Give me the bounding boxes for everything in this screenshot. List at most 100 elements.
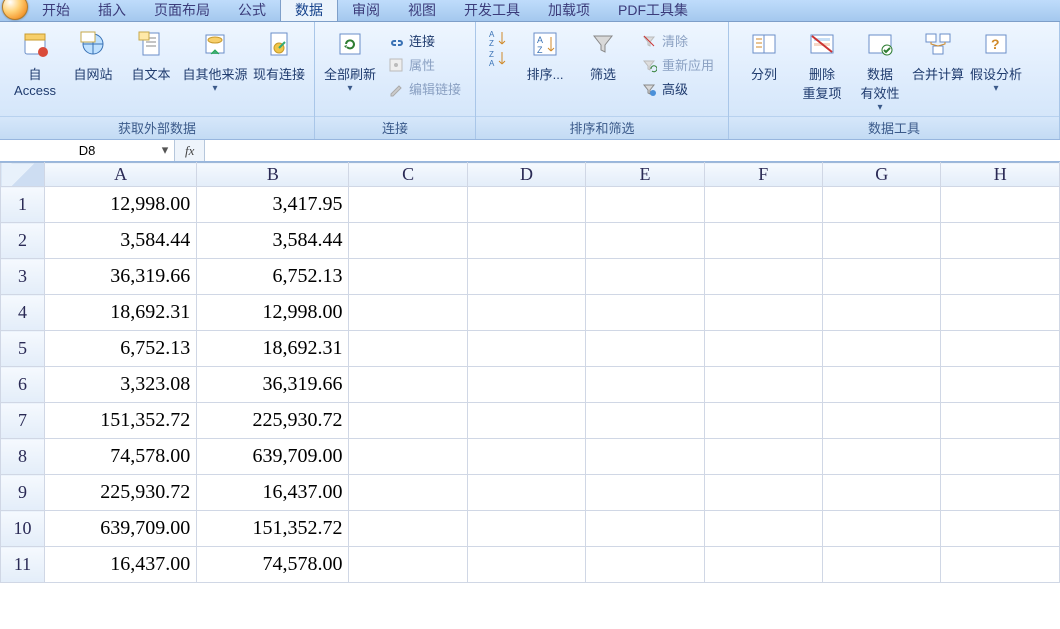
cell-H2[interactable] [941,223,1060,259]
tab-PDF工具集[interactable]: PDF工具集 [604,0,702,21]
spreadsheet-grid[interactable]: ABCDEFGH 112,998.003,417.9523,584.443,58… [0,162,1060,583]
column-header-B[interactable]: B [197,163,349,187]
cell-D3[interactable] [467,259,585,295]
cell-D1[interactable] [467,187,585,223]
cell-E3[interactable] [586,259,704,295]
cell-G2[interactable] [822,223,940,259]
tab-视图[interactable]: 视图 [394,0,450,21]
tab-页面布局[interactable]: 页面布局 [140,0,224,21]
cell-C8[interactable] [349,439,467,475]
cell-H5[interactable] [941,331,1060,367]
cell-E8[interactable] [586,439,704,475]
cell-E5[interactable] [586,331,704,367]
cell-E4[interactable] [586,295,704,331]
cell-A2[interactable]: 3,584.44 [45,223,197,259]
cell-B8[interactable]: 639,709.00 [197,439,349,475]
text-to-columns-button[interactable]: 分列 [735,26,793,83]
refresh-all-button[interactable]: 全部刷新 ▾ [321,26,379,94]
cell-E10[interactable] [586,511,704,547]
advanced-button[interactable]: 高级 [638,78,716,99]
cell-G11[interactable] [822,547,940,583]
cell-H6[interactable] [941,367,1060,403]
cell-H9[interactable] [941,475,1060,511]
cell-E2[interactable] [586,223,704,259]
cell-A11[interactable]: 16,437.00 [45,547,197,583]
tab-开发工具[interactable]: 开发工具 [450,0,534,21]
cell-F10[interactable] [704,511,822,547]
cell-G3[interactable] [822,259,940,295]
cell-A5[interactable]: 6,752.13 [45,331,197,367]
column-header-A[interactable]: A [45,163,197,187]
properties-button[interactable]: 属性 [385,54,463,75]
cell-D9[interactable] [467,475,585,511]
consolidate-button[interactable]: 合并计算 [909,26,967,83]
cell-F7[interactable] [704,403,822,439]
cell-H11[interactable] [941,547,1060,583]
row-header-8[interactable]: 8 [1,439,45,475]
tab-数据[interactable]: 数据 [280,0,338,21]
row-header-6[interactable]: 6 [1,367,45,403]
row-header-1[interactable]: 1 [1,187,45,223]
cell-F9[interactable] [704,475,822,511]
cell-C7[interactable] [349,403,467,439]
cell-B2[interactable]: 3,584.44 [197,223,349,259]
select-all-corner[interactable] [1,163,45,187]
from-web-button[interactable]: 自网站 [64,26,122,83]
insert-function-button[interactable]: fx [181,143,198,159]
formula-input[interactable] [205,140,1060,161]
cell-D10[interactable] [467,511,585,547]
cell-D8[interactable] [467,439,585,475]
chevron-down-icon[interactable]: ▾ [158,143,172,157]
name-box-input[interactable] [0,142,174,159]
cell-D6[interactable] [467,367,585,403]
column-header-H[interactable]: H [941,163,1060,187]
sort-asc-button[interactable]: AZ [486,28,512,48]
cell-H1[interactable] [941,187,1060,223]
cell-E11[interactable] [586,547,704,583]
cell-A8[interactable]: 74,578.00 [45,439,197,475]
cell-A9[interactable]: 225,930.72 [45,475,197,511]
row-header-2[interactable]: 2 [1,223,45,259]
filter-button[interactable]: 筛选 [574,26,632,83]
edit-links-button[interactable]: 编辑链接 [385,78,463,99]
cell-B4[interactable]: 12,998.00 [197,295,349,331]
cell-B7[interactable]: 225,930.72 [197,403,349,439]
cell-F2[interactable] [704,223,822,259]
column-header-G[interactable]: G [822,163,940,187]
row-header-11[interactable]: 11 [1,547,45,583]
cell-A6[interactable]: 3,323.08 [45,367,197,403]
row-header-3[interactable]: 3 [1,259,45,295]
row-header-7[interactable]: 7 [1,403,45,439]
cell-D7[interactable] [467,403,585,439]
cell-C2[interactable] [349,223,467,259]
cell-C6[interactable] [349,367,467,403]
cell-D4[interactable] [467,295,585,331]
cell-E9[interactable] [586,475,704,511]
column-header-E[interactable]: E [586,163,704,187]
cell-F11[interactable] [704,547,822,583]
reapply-button[interactable]: 重新应用 [638,54,716,75]
cell-F8[interactable] [704,439,822,475]
row-header-10[interactable]: 10 [1,511,45,547]
cell-D2[interactable] [467,223,585,259]
tab-开始[interactable]: 开始 [28,0,84,21]
cell-G8[interactable] [822,439,940,475]
remove-duplicates-button[interactable]: 删除 重复项 [793,26,851,102]
cell-H8[interactable] [941,439,1060,475]
from-other-button[interactable]: 自其他来源 ▾ [180,26,250,94]
cell-F5[interactable] [704,331,822,367]
cell-F6[interactable] [704,367,822,403]
row-header-5[interactable]: 5 [1,331,45,367]
cell-C11[interactable] [349,547,467,583]
cell-D11[interactable] [467,547,585,583]
cell-G5[interactable] [822,331,940,367]
name-box[interactable]: ▾ [0,140,175,161]
cell-E1[interactable] [586,187,704,223]
cell-H10[interactable] [941,511,1060,547]
cell-F3[interactable] [704,259,822,295]
cell-C3[interactable] [349,259,467,295]
row-header-4[interactable]: 4 [1,295,45,331]
cell-B11[interactable]: 74,578.00 [197,547,349,583]
cell-E7[interactable] [586,403,704,439]
cell-C4[interactable] [349,295,467,331]
